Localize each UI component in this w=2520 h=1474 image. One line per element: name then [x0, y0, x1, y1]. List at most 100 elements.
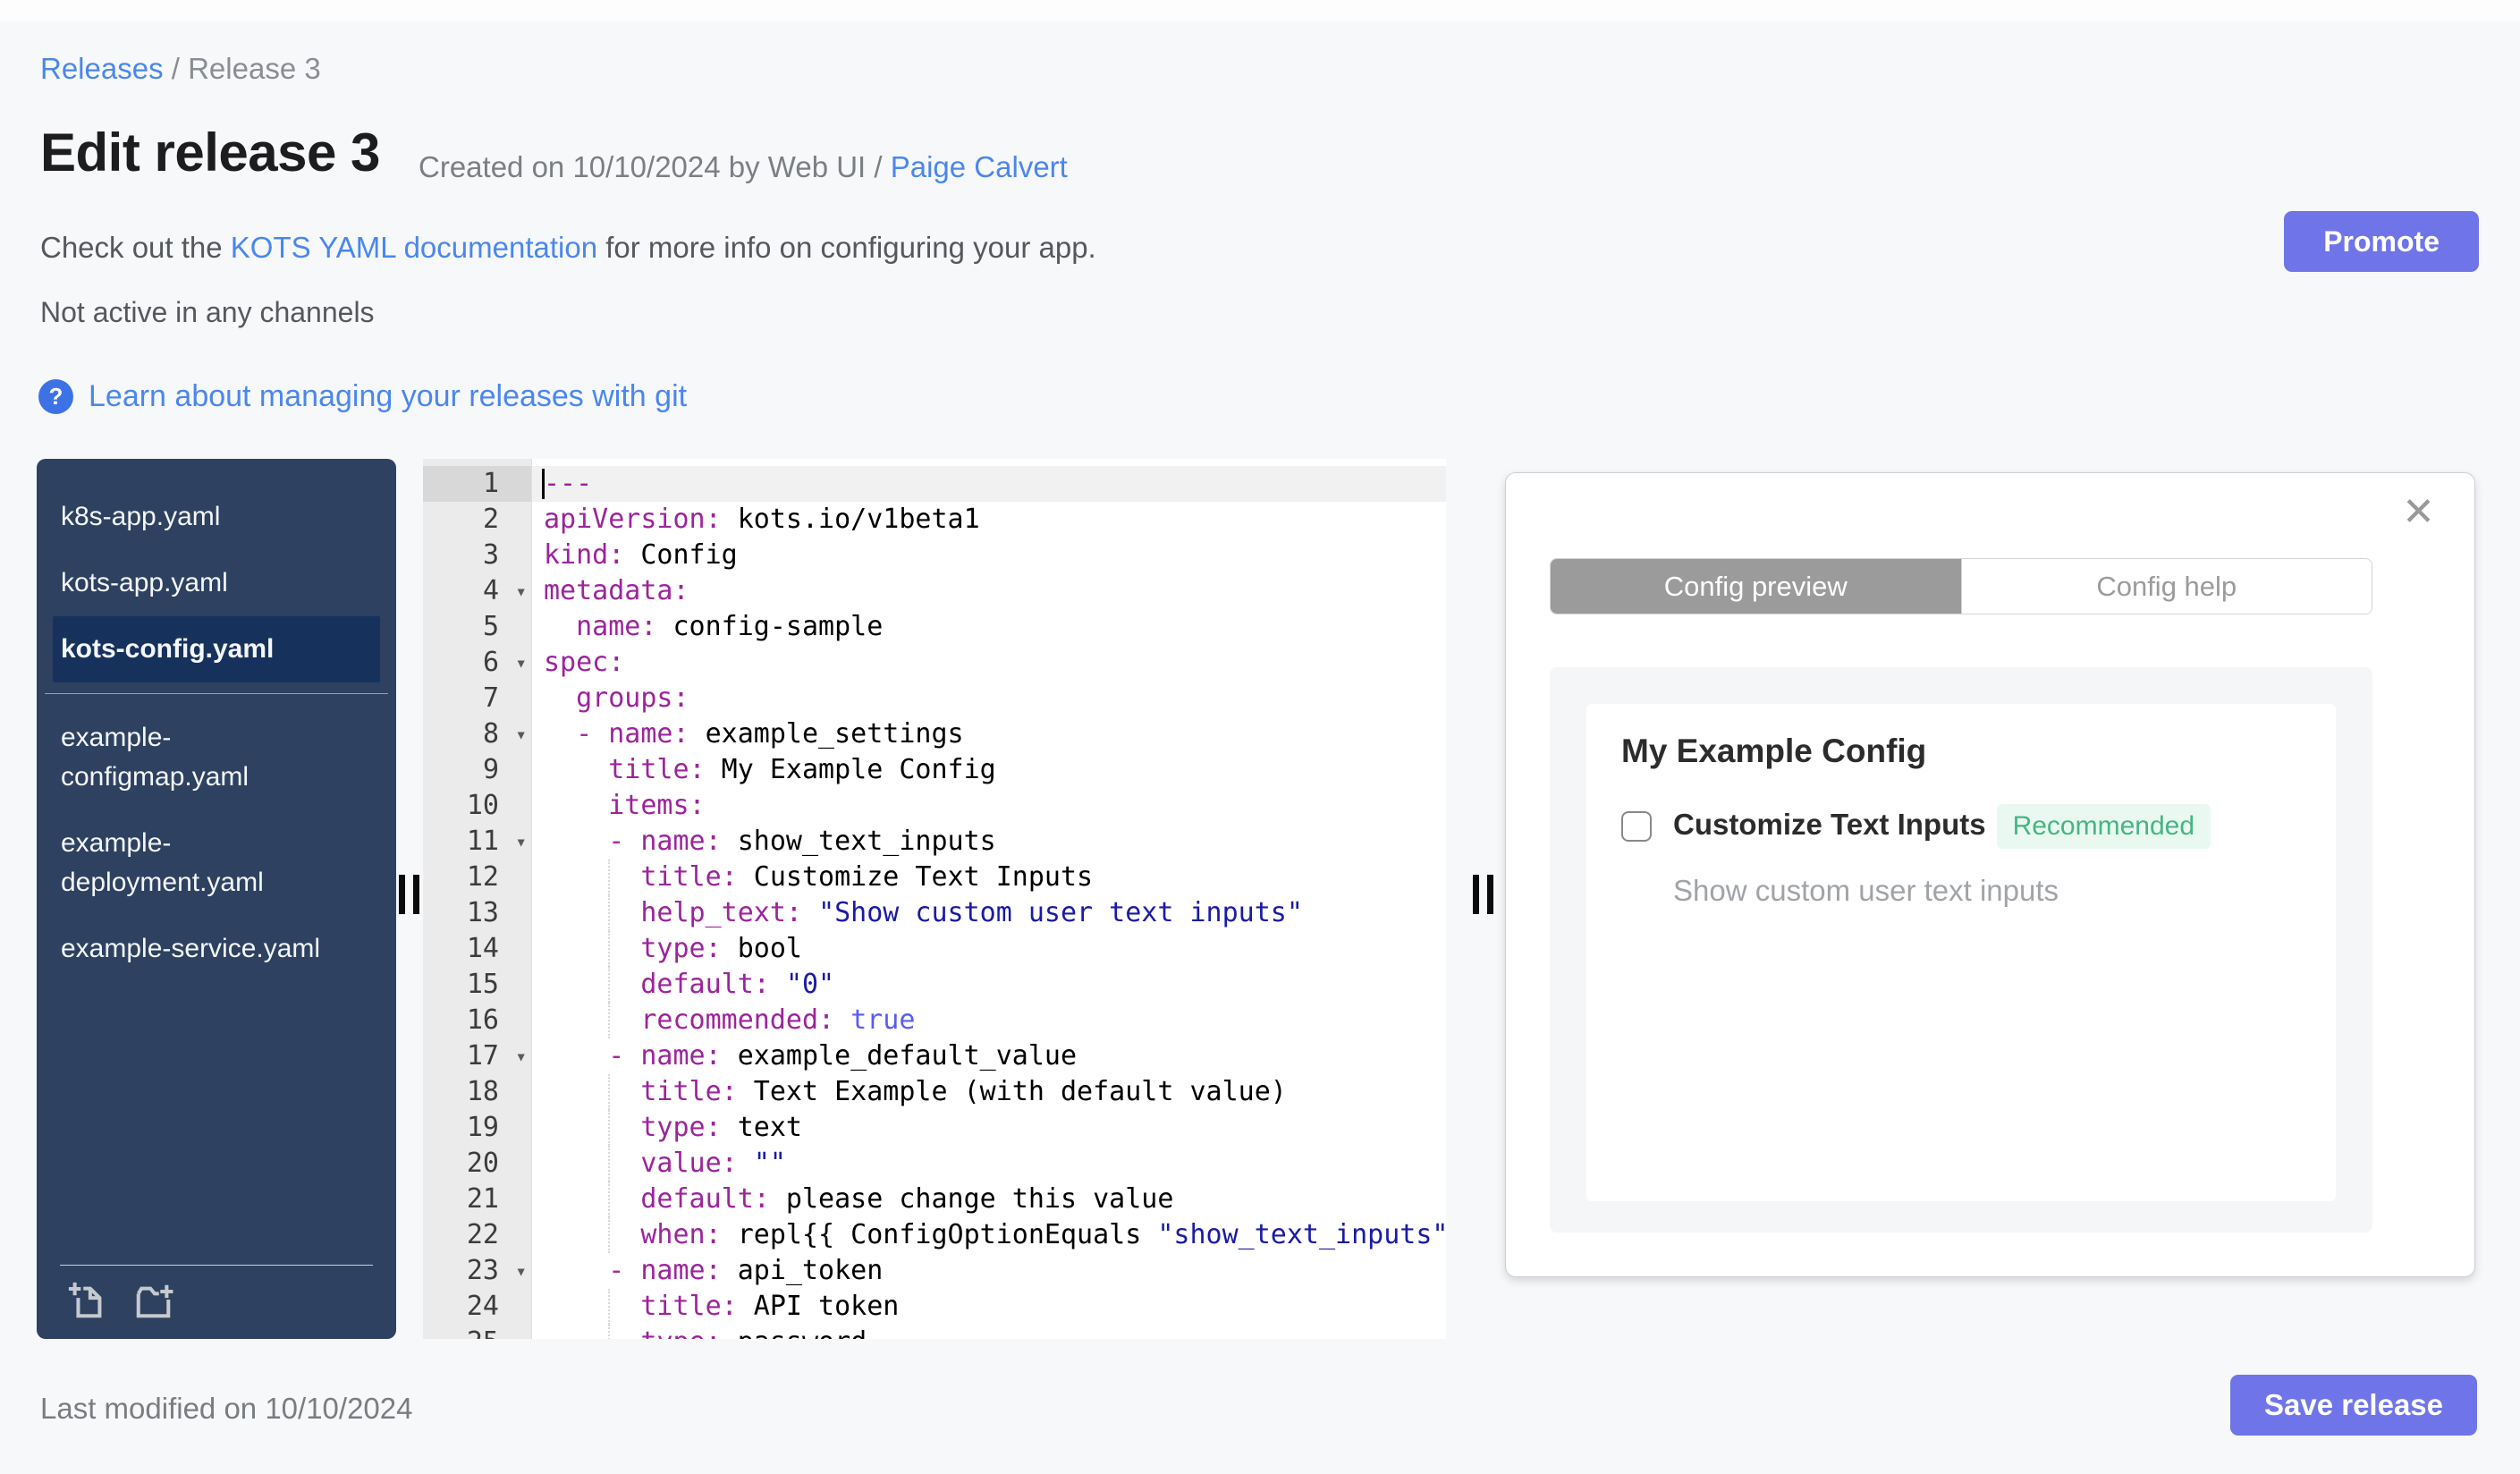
gutter-line-6[interactable]: 6 ▾ [423, 645, 531, 681]
gutter-line-11[interactable]: 11 ▾ [423, 824, 531, 860]
tab-config-help[interactable]: Config help [1960, 559, 2372, 614]
code-line-5[interactable]: name: config-sample [532, 609, 1446, 645]
panel-resize-handle[interactable] [1473, 875, 1493, 914]
gutter-line-13[interactable]: 13 [423, 895, 531, 931]
gutter-line-12[interactable]: 12 [423, 860, 531, 895]
kots-yaml-docs-link[interactable]: KOTS YAML documentation [231, 231, 597, 264]
file-sidebar: k8s-app.yaml kots-app.yaml kots-config.yam… [37, 459, 396, 1339]
fold-arrow-icon[interactable]: ▾ [515, 1253, 527, 1289]
code-line-23[interactable]: - name: api_token [532, 1253, 1446, 1289]
indent-guide [608, 967, 610, 1003]
gutter-line-18[interactable]: 18 [423, 1074, 531, 1110]
code-token: password [722, 1326, 867, 1339]
code-line-22[interactable]: when: repl{{ ConfigOptionEquals "show_te… [532, 1217, 1446, 1253]
code-line-2[interactable]: apiVersion: kots.io/v1beta1 [532, 502, 1446, 538]
gutter-line-9[interactable]: 9 [423, 752, 531, 788]
fold-arrow-icon[interactable]: ▾ [515, 716, 527, 752]
code-line-4[interactable]: metadata: [532, 573, 1446, 609]
code-token: example_default_value [721, 1040, 1078, 1072]
code-line-16[interactable]: recommended: true [532, 1003, 1446, 1038]
indent-guide [608, 1289, 610, 1325]
sidebar-item-example-configmap.yaml[interactable]: example-configmap.yaml [53, 705, 380, 810]
gutter-line-20[interactable]: 20 [423, 1146, 531, 1182]
code-line-3[interactable]: kind: Config [532, 538, 1446, 573]
code-line-13[interactable]: help_text: "Show custom user text inputs… [532, 895, 1446, 931]
gutter-line-5[interactable]: 5 [423, 609, 531, 645]
new-file-icon[interactable] [67, 1280, 108, 1321]
gutter-line-2[interactable]: 2 [423, 502, 531, 538]
gutter-line-7[interactable]: 7 [423, 681, 531, 716]
code-line-8[interactable]: - name: example_settings [532, 716, 1446, 752]
breadcrumb-current: Release 3 [188, 52, 321, 85]
gutter-line-15[interactable]: 15 [423, 967, 531, 1003]
code-token: spec: [544, 647, 625, 678]
author-link[interactable]: Paige Calvert [891, 150, 1068, 183]
gutter-line-8[interactable]: 8 ▾ [423, 716, 531, 752]
gutter-line-24[interactable]: 24 [423, 1289, 531, 1325]
gutter-line-4[interactable]: 4 ▾ [423, 573, 531, 609]
fold-arrow-icon[interactable]: ▾ [515, 824, 527, 860]
indent-guide [608, 931, 610, 967]
breadcrumb: Releases / Release 3 [40, 52, 321, 86]
code-token: config-sample [656, 611, 884, 642]
code-token: api_token [721, 1255, 884, 1286]
gutter-line-17[interactable]: 17 ▾ [423, 1038, 531, 1074]
gutter-line-21[interactable]: 21 [423, 1182, 531, 1217]
sidebar-item-kots-config.yaml[interactable]: kots-config.yaml [53, 616, 380, 682]
code-token: bool [721, 933, 802, 964]
code-line-14[interactable]: type: bool [532, 931, 1446, 967]
new-folder-icon[interactable] [133, 1280, 174, 1321]
sidebar-resize-handle[interactable] [399, 875, 419, 914]
editor-code-area[interactable]: --- apiVersion: kots.io/v1beta1 kind: Conf… [532, 459, 1446, 1339]
gutter-line-19[interactable]: 19 [423, 1110, 531, 1146]
code-line-15[interactable]: default: "0" [532, 967, 1446, 1003]
gutter-line-23[interactable]: 23 ▾ [423, 1253, 531, 1289]
sidebar-item-kots-app.yaml[interactable]: kots-app.yaml [53, 550, 380, 616]
code-line-1[interactable]: --- [532, 466, 1446, 502]
code-token: text [721, 1112, 802, 1143]
gutter-line-22[interactable]: 22 [423, 1217, 531, 1253]
gutter-line-16[interactable]: 16 [423, 1003, 531, 1038]
customize-text-inputs-checkbox[interactable] [1621, 811, 1652, 842]
code-line-9[interactable]: title: My Example Config [532, 752, 1446, 788]
git-help-link[interactable]: ? Learn about managing your releases wit… [38, 379, 687, 414]
close-icon[interactable]: ✕ [2402, 493, 2435, 532]
tab-config-preview[interactable]: Config preview [1551, 559, 1961, 614]
code-line-12[interactable]: title: Customize Text Inputs [532, 860, 1446, 895]
code-line-6[interactable]: spec: [532, 645, 1446, 681]
gutter-line-25[interactable]: 25 [423, 1325, 531, 1339]
save-release-button[interactable]: Save release [2229, 1375, 2477, 1436]
code-line-24[interactable]: title: API token [532, 1289, 1446, 1325]
code-line-7[interactable]: groups: [532, 681, 1446, 716]
gutter-line-14[interactable]: 14 [423, 931, 531, 967]
gutter-line-1[interactable]: 1 [423, 466, 531, 502]
fold-arrow-icon[interactable]: ▾ [515, 1038, 527, 1074]
code-line-25[interactable]: type: password [532, 1325, 1446, 1339]
code-token: title: [608, 754, 706, 785]
gutter-line-10[interactable]: 10 [423, 788, 531, 824]
last-modified-text: Last modified on 10/10/2024 [40, 1392, 413, 1425]
code-line-10[interactable]: items: [532, 788, 1446, 824]
promote-button[interactable]: Promote [2284, 211, 2479, 272]
fold-arrow-icon[interactable]: ▾ [515, 573, 527, 609]
sidebar-item-k8s-app.yaml[interactable]: k8s-app.yaml [53, 484, 380, 550]
fold-arrow-icon[interactable]: ▾ [515, 645, 527, 681]
sidebar-item-example-deployment.yaml[interactable]: example-deployment.yaml [53, 810, 380, 916]
breadcrumb-releases-link[interactable]: Releases [40, 52, 164, 85]
docs-prefix: Check out the [40, 231, 231, 264]
code-line-21[interactable]: default: please change this value [532, 1182, 1446, 1217]
sidebar-item-example-service.yaml[interactable]: example-service.yaml [53, 916, 380, 982]
code-line-20[interactable]: value: "" [532, 1146, 1446, 1182]
indent-guide [608, 1217, 610, 1253]
yaml-editor[interactable]: 1 2 3 4 ▾ 5 6 ▾ 7 8 ▾ 9 10 11 ▾ 12 13 14 15 16 17 ▾ 18 19 20 21 22… [423, 459, 1446, 1339]
gutter-line-3[interactable]: 3 [423, 538, 531, 573]
code-line-18[interactable]: title: Text Example (with default value) [532, 1074, 1446, 1110]
code-line-11[interactable]: - name: show_text_inputs [532, 824, 1446, 860]
code-line-17[interactable]: - name: example_default_value [532, 1038, 1446, 1074]
config-item-label: Customize Text Inputs Recommended [1673, 804, 2211, 849]
code-line-19[interactable]: type: text [532, 1110, 1446, 1146]
